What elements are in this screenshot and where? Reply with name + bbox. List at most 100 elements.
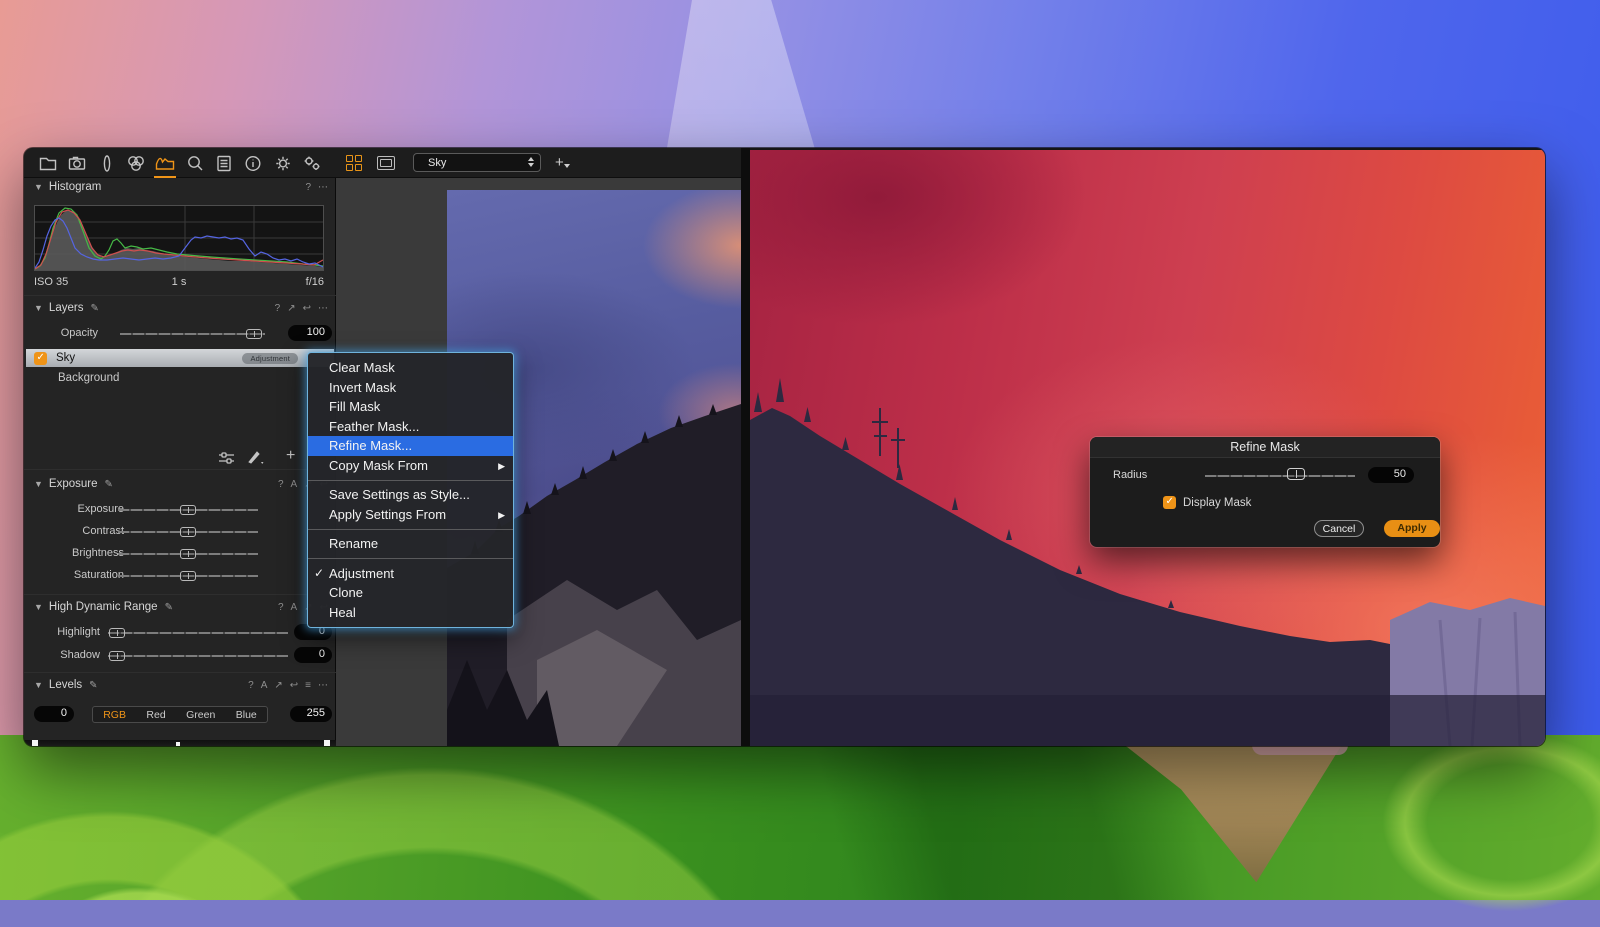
folder-icon[interactable] [36,151,60,175]
menu-item-adjustment[interactable]: ✓ Adjustment [308,564,513,584]
adjustments-icon[interactable] [153,151,177,175]
more-icon[interactable]: ⋯ [318,182,328,193]
color-circles-icon[interactable] [124,151,148,175]
reset-icon[interactable]: ↩ [303,303,311,314]
preset-menu-icon[interactable]: ≡ [305,680,311,691]
brush-icon[interactable]: ✎ [90,303,98,314]
shadow-value[interactable]: 0 [294,647,332,663]
channel-blue[interactable]: Blue [236,709,257,721]
info-icon[interactable] [241,151,265,175]
menu-item-heal[interactable]: Heal [308,603,513,623]
display-mask-checkbox[interactable] [1163,496,1176,509]
menu-separator [308,529,513,530]
channel-red[interactable]: Red [146,709,165,721]
highlight-slider-track[interactable] [108,632,288,634]
saturation-slider-handle[interactable] [180,571,196,581]
contrast-slider-handle[interactable] [180,527,196,537]
levels-low-value[interactable]: 0 [34,706,74,722]
layers-title: Layers [49,302,84,314]
grid-view-icon[interactable] [346,155,362,171]
levels-highlight-handle[interactable] [324,740,330,746]
chevron-down-icon: ▼ [34,182,43,192]
menu-item-clear-mask[interactable]: Clear Mask [308,358,513,378]
layer-row-background[interactable]: Background [26,369,334,387]
exposure-title: Exposure [49,478,98,490]
camera-icon[interactable] [65,151,89,175]
histogram-header[interactable]: ▼ Histogram ? ⋯ [24,178,336,196]
viewer-toolbar: Sky + [336,148,741,178]
shutter-value: 1 s [34,276,324,288]
process-icon[interactable] [300,151,324,175]
copy-settings-icon[interactable]: ↗ [274,680,282,691]
menu-item-clone[interactable]: Clone [308,583,513,603]
auto-icon[interactable]: A [291,479,298,490]
levels-mid-handle[interactable] [176,742,180,746]
menu-item-refine-mask[interactable]: Refine Mask... [308,436,513,456]
layer-row-sky[interactable]: Sky Adjustment [26,349,334,367]
cancel-button[interactable]: Cancel [1314,520,1364,537]
opacity-value[interactable]: 100 [288,325,332,341]
help-icon[interactable]: ? [278,602,284,613]
copy-settings-icon[interactable]: ↗ [287,303,295,314]
help-icon[interactable]: ? [248,680,254,691]
shadow-slider-handle[interactable] [109,651,125,661]
apply-button[interactable]: Apply [1384,520,1440,537]
opacity-slider-handle[interactable] [246,329,262,339]
metadata-icon[interactable] [212,151,236,175]
layers-header[interactable]: ▼ Layers ✎ ? ↗ ↩ ⋯ [24,299,336,317]
hdr-header[interactable]: ▼ High Dynamic Range ✎ ? A ↗ ↩ [24,598,336,616]
single-view-icon[interactable] [377,156,395,170]
exposure-header[interactable]: ▼ Exposure ✎ ? A ↗ ↩ [24,475,336,493]
menu-item-fill-mask[interactable]: Fill Mask [308,397,513,417]
highlight-slider-handle[interactable] [109,628,125,638]
layer-checkbox[interactable] [34,352,47,365]
brush-icon[interactable]: ✎ [105,479,113,490]
levels-high-value[interactable]: 255 [290,706,332,722]
auto-icon[interactable]: A [291,602,298,613]
opacity-slider-track[interactable] [120,333,265,335]
brightness-slider-handle[interactable] [180,549,196,559]
draw-mask-brush-icon[interactable] [246,449,266,469]
menu-item-copy-mask-from[interactable]: Copy Mask From ▶ [308,456,513,476]
radius-slider-handle[interactable] [1287,468,1305,480]
menu-item-feather-mask[interactable]: Feather Mask... [308,417,513,437]
more-icon[interactable]: ⋯ [318,303,328,314]
layer-name: Background [58,372,119,384]
layer-select-dropdown[interactable]: Sky [413,153,541,172]
help-icon[interactable]: ? [275,303,281,314]
chevron-down-icon: ▼ [34,602,43,612]
more-icon[interactable]: ⋯ [318,680,328,691]
auto-icon[interactable]: A [261,680,268,691]
layer-type-badge: Adjustment [242,353,298,364]
menu-item-save-settings-style[interactable]: Save Settings as Style... [308,485,513,505]
lens-icon[interactable] [95,151,119,175]
levels-shadow-handle[interactable] [32,740,38,746]
mask-tools-icon[interactable] [218,450,235,469]
capture-meta: ISO 35 1 s f/16 [34,276,324,288]
radius-value[interactable]: 50 [1368,467,1414,483]
slider-label: Brightness [44,547,124,559]
levels-title: Levels [49,679,82,691]
add-layer-button[interactable]: + [555,154,564,171]
menu-item-apply-settings-from[interactable]: Apply Settings From ▶ [308,505,513,525]
loupe-icon[interactable] [183,151,207,175]
shadow-slider-track[interactable] [108,655,288,657]
menu-item-invert-mask[interactable]: Invert Mask [308,378,513,398]
exposure-slider-handle[interactable] [180,505,196,515]
radius-slider-track[interactable] [1205,475,1355,477]
gear-icon[interactable] [271,151,295,175]
add-layer-icon[interactable]: + [286,447,295,465]
chevron-down-icon: ▼ [34,479,43,489]
channel-green[interactable]: Green [186,709,215,721]
brush-icon[interactable]: ✎ [89,680,97,691]
reset-icon[interactable]: ↩ [290,680,298,691]
levels-header[interactable]: ▼ Levels ✎ ? A ↗ ↩ ≡ ⋯ [24,676,336,694]
menu-item-rename[interactable]: Rename [308,534,513,554]
layer-select-value: Sky [428,157,446,169]
channel-rgb[interactable]: RGB [103,709,126,721]
chevron-down-icon: ▼ [34,680,43,690]
help-icon[interactable]: ? [278,479,284,490]
brush-icon[interactable]: ✎ [165,602,173,613]
help-icon[interactable]: ? [305,182,311,193]
slider-label: Highlight [24,626,100,638]
